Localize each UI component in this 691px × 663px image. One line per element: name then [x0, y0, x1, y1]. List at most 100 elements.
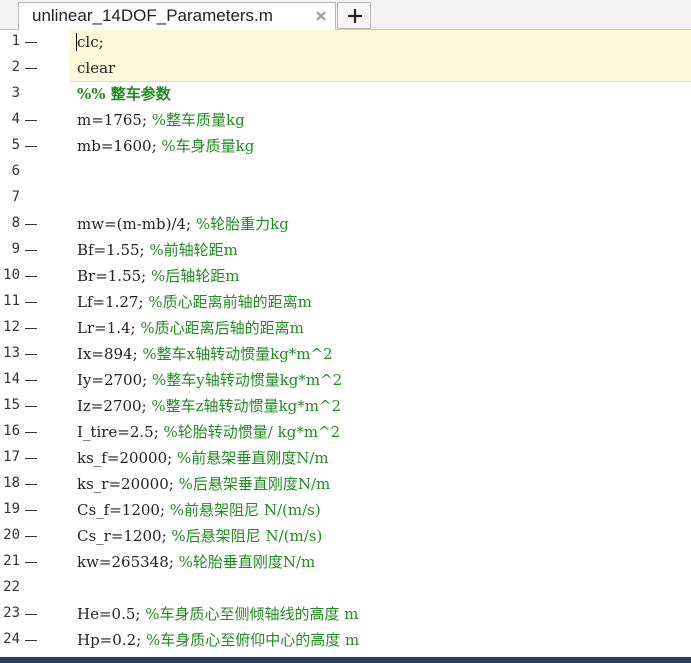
statement: ks_f=20000; [77, 449, 177, 467]
code-text: Bf=1.55; %前轴轮距m [77, 239, 238, 261]
plus-icon [348, 9, 362, 23]
line-number: 18 [3, 475, 20, 491]
line-number: 10 [3, 267, 20, 283]
code-line[interactable]: 7 [0, 186, 691, 212]
code-line[interactable]: 14 Iy=2700; %整车y轴转动惯量kg*m^2 [0, 368, 691, 394]
breakpoint-dash-icon[interactable] [25, 458, 37, 459]
code-text: %% 整车参数 [77, 83, 171, 105]
line-number: 3 [11, 85, 20, 101]
section-header: %% 整车参数 [77, 85, 171, 103]
code-text: Br=1.55; %后轴轮距m [77, 265, 239, 287]
comment: %质心距离前轴的距离m [148, 293, 312, 311]
code-line[interactable]: 20 Cs_r=1200; %后悬架阻尼 N/(m/s) [0, 524, 691, 550]
code-text: Cs_r=1200; %后悬架阻尼 N/(m/s) [77, 525, 322, 547]
code-text: Lf=1.27; %质心距离前轴的距离m [77, 291, 312, 313]
statement: Iy=2700; [77, 371, 152, 389]
code-line[interactable]: 10 Br=1.55; %后轴轮距m [0, 264, 691, 290]
line-number: 13 [3, 345, 20, 361]
breakpoint-dash-icon[interactable] [25, 276, 37, 277]
code-text: m=1765; %整车质量kg [77, 109, 245, 131]
code-text: mw=(m-mb)/4; %轮胎重力kg [77, 213, 289, 235]
breakpoint-dash-icon[interactable] [25, 302, 37, 303]
breakpoint-dash-icon[interactable] [25, 614, 37, 615]
breakpoint-dash-icon[interactable] [25, 432, 37, 433]
code-line[interactable]: 5 mb=1600; %车身质量kg [0, 134, 691, 160]
comment: %后轴轮距m [150, 267, 240, 285]
statement: Hp=0.2; [77, 631, 146, 649]
breakpoint-dash-icon[interactable] [25, 224, 37, 225]
statement: Iz=2700; [77, 397, 152, 415]
code-text: ks_r=20000; %后悬架垂直刚度N/m [77, 473, 330, 495]
breakpoint-dash-icon[interactable] [25, 510, 37, 511]
tab-unlinear-14dof-parameters[interactable]: unlinear_14DOF_Parameters.m [18, 2, 336, 30]
statement: clear [77, 59, 116, 77]
code-line[interactable]: 3 %% 整车参数 [0, 82, 691, 108]
breakpoint-dash-icon[interactable] [25, 328, 37, 329]
code-line[interactable]: 17 ks_f=20000; %前悬架垂直刚度N/m [0, 446, 691, 472]
breakpoint-dash-icon[interactable] [25, 42, 37, 43]
comment: %车身质量kg [161, 137, 255, 155]
line-number: 12 [3, 319, 20, 335]
line-number: 23 [3, 605, 20, 621]
comment: %前悬架阻尼 N/(m/s) [169, 501, 321, 519]
comment: %车身质心至侧倾轴线的高度 m [145, 605, 359, 623]
code-line[interactable]: 22 [0, 576, 691, 602]
code-line[interactable]: 13 Ix=894; %整车x轴转动惯量kg*m^2 [0, 342, 691, 368]
code-line[interactable]: 19 Cs_f=1200; %前悬架阻尼 N/(m/s) [0, 498, 691, 524]
line-number: 5 [11, 137, 20, 153]
line-number: 15 [3, 397, 20, 413]
statement: mb=1600; [77, 137, 162, 155]
code-line[interactable]: 23 He=0.5; %车身质心至侧倾轴线的高度 m [0, 602, 691, 628]
code-text: Lr=1.4; %质心距离后轴的距离m [77, 317, 304, 339]
line-number: 14 [3, 371, 20, 387]
tab-title: unlinear_14DOF_Parameters.m [32, 6, 273, 25]
code-line[interactable]: 1 clc; [0, 30, 691, 56]
code-line[interactable]: 9 Bf=1.55; %前轴轮距m [0, 238, 691, 264]
breakpoint-dash-icon[interactable] [25, 640, 37, 641]
close-icon[interactable] [313, 8, 329, 24]
breakpoint-dash-icon[interactable] [25, 68, 37, 69]
code-line[interactable]: 21 kw=265348; %轮胎垂直刚度N/m [0, 550, 691, 576]
breakpoint-dash-icon[interactable] [25, 354, 37, 355]
statement: Lf=1.27; [77, 293, 149, 311]
code-line[interactable]: 18 ks_r=20000; %后悬架垂直刚度N/m [0, 472, 691, 498]
comment: %整车质量kg [151, 111, 245, 129]
code-line[interactable]: 24 Hp=0.2; %车身质心至俯仰中心的高度 m [0, 628, 691, 654]
comment: %整车x轴转动惯量kg*m^2 [142, 345, 333, 363]
breakpoint-dash-icon[interactable] [25, 536, 37, 537]
statement: ks_r=20000; [77, 475, 179, 493]
statement: mw=(m-mb)/4; [77, 215, 196, 233]
line-number: 9 [11, 241, 20, 257]
comment: %整车z轴转动惯量kg*m^2 [151, 397, 342, 415]
breakpoint-dash-icon[interactable] [25, 120, 37, 121]
breakpoint-dash-icon[interactable] [25, 250, 37, 251]
code-line[interactable]: 15 Iz=2700; %整车z轴转动惯量kg*m^2 [0, 394, 691, 420]
code-line[interactable]: 6 [0, 160, 691, 186]
breakpoint-dash-icon[interactable] [25, 562, 37, 563]
code-text: ks_f=20000; %前悬架垂直刚度N/m [77, 447, 329, 469]
statement: Ix=894; [77, 345, 143, 363]
line-number: 2 [11, 59, 20, 75]
code-editor[interactable]: 1 clc; 2 clear 3 %% 整车参数 4 m=1765; %整车质量kg 5 mb=1… [0, 30, 691, 657]
code-line[interactable]: 11 Lf=1.27; %质心距离前轴的距离m [0, 290, 691, 316]
statement: Bf=1.55; [77, 241, 150, 259]
code-line[interactable]: 16 I_tire=2.5; %轮胎转动惯量/ kg*m^2 [0, 420, 691, 446]
breakpoint-dash-icon[interactable] [25, 146, 37, 147]
code-line[interactable]: 12 Lr=1.4; %质心距离后轴的距离m [0, 316, 691, 342]
code-text: clc; [77, 31, 104, 53]
line-number: 22 [3, 579, 20, 595]
code-line[interactable]: 4 m=1765; %整车质量kg [0, 108, 691, 134]
code-line[interactable]: 8 mw=(m-mb)/4; %轮胎重力kg [0, 212, 691, 238]
code-text: Iz=2700; %整车z轴转动惯量kg*m^2 [77, 395, 341, 417]
breakpoint-dash-icon[interactable] [25, 380, 37, 381]
code-line[interactable]: 2 clear [0, 56, 691, 82]
add-tab-button[interactable] [337, 2, 371, 29]
breakpoint-dash-icon[interactable] [25, 484, 37, 485]
comment: %轮胎垂直刚度N/m [178, 553, 316, 571]
line-number: 21 [3, 553, 20, 569]
comment: %轮胎转动惯量/ kg*m^2 [163, 423, 341, 441]
statement: I_tire=2.5; [77, 423, 164, 441]
breakpoint-dash-icon[interactable] [25, 406, 37, 407]
line-number: 20 [3, 527, 20, 543]
line-number: 1 [11, 33, 20, 49]
